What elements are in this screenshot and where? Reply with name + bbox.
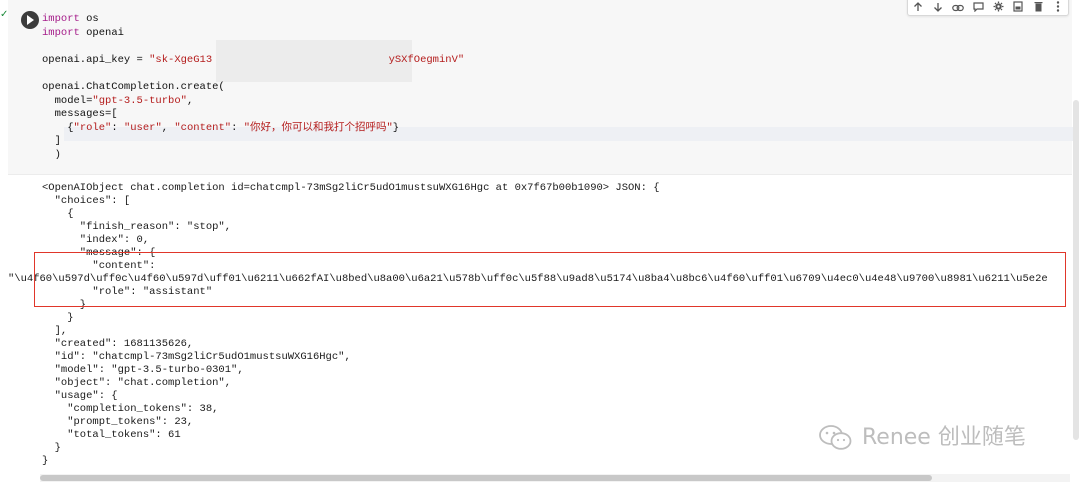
- code-cell[interactable]: import os import openai openai.api_key = "…: [8, 0, 1074, 175]
- link-icon[interactable]: [951, 0, 965, 12]
- code-token: os: [79, 13, 99, 25]
- code-line: model="gpt-3.5-turbo",: [42, 94, 194, 108]
- code-token: ): [42, 149, 61, 161]
- horizontal-scrollbar[interactable]: [40, 475, 932, 481]
- output-line: }: [42, 455, 49, 467]
- code-token: model=: [42, 94, 93, 107]
- output-line: "created": 1681135626,: [42, 338, 194, 350]
- output-line: }: [42, 312, 74, 324]
- code-token: import: [42, 13, 80, 25]
- code-token: import: [42, 26, 80, 39]
- code-token: openai: [79, 26, 124, 39]
- code-token: ySXfOegminV": [388, 53, 465, 66]
- output-line: "usage": {: [42, 390, 118, 402]
- code-line: import os: [42, 13, 99, 26]
- code-line: openai.api_key = "sk-XgeG13 ySXfOegminV": [42, 54, 464, 67]
- code-token: "你好，你可以和我打个招呼吗": [243, 121, 393, 134]
- play-icon: [27, 15, 34, 25]
- code-token: "sk-XgeG13: [149, 53, 213, 66]
- arrow-down-icon[interactable]: [931, 0, 945, 12]
- code-line: ): [42, 149, 61, 162]
- code-token: openai.ChatCompletion.create(: [42, 81, 225, 93]
- code-token: "gpt-3.5-turbo": [92, 94, 187, 107]
- output-line: "object": "chat.completion",: [42, 377, 232, 389]
- arrow-up-icon[interactable]: [911, 0, 925, 12]
- code-token: ,: [161, 121, 175, 134]
- mirror-cell-icon[interactable]: [1011, 0, 1025, 12]
- output-line: "model": "gpt-3.5-turbo-0301",: [42, 364, 244, 376]
- code-line: ]: [42, 135, 61, 148]
- output-line: "total_tokens": 61: [42, 429, 181, 441]
- highlight-annotation-box: [34, 252, 1066, 307]
- code-token: openai.api_key =: [42, 53, 150, 66]
- output-line: <OpenAIObject chat.completion id=chatcmp…: [42, 182, 660, 194]
- watermark: Renee 创业随笔: [818, 424, 1048, 452]
- execution-check-icon: ✓: [0, 9, 9, 20]
- comment-icon[interactable]: [971, 0, 985, 12]
- watermark-text: Renee 创业随笔: [862, 425, 1026, 450]
- delete-icon[interactable]: [1031, 0, 1045, 12]
- gear-icon[interactable]: [991, 0, 1005, 12]
- code-line: {"role": "user", "content": "你好，你可以和我打个招…: [42, 122, 399, 135]
- code-line: import openai: [42, 27, 124, 40]
- code-line: messages=[: [42, 108, 118, 121]
- wechat-icon: [819, 425, 852, 450]
- output-line: ],: [42, 325, 68, 337]
- code-token: {: [42, 121, 74, 134]
- code-token: }: [392, 121, 400, 134]
- code-token: ,: [186, 94, 194, 107]
- code-line: openai.ChatCompletion.create(: [42, 81, 225, 94]
- code-token: "content": [174, 121, 232, 134]
- code-token: messages=[: [42, 108, 118, 121]
- more-vert-icon[interactable]: [1051, 0, 1065, 12]
- code-token: "user": [123, 121, 162, 134]
- code-token: :: [111, 121, 124, 134]
- output-line: "completion_tokens": 38,: [42, 403, 219, 415]
- code-token: :: [231, 121, 244, 134]
- code-token: ]: [42, 135, 61, 148]
- output-line: }: [42, 442, 61, 454]
- code-token: "role": [73, 121, 112, 134]
- output-line: "index": 0,: [42, 234, 150, 246]
- vertical-scrollbar[interactable]: [1073, 100, 1079, 440]
- output-line: "choices": [: [42, 195, 131, 207]
- output-line: "prompt_tokens": 23,: [42, 416, 194, 428]
- run-cell-button[interactable]: [21, 11, 39, 29]
- output-line: "finish_reason": "stop",: [42, 221, 232, 233]
- output-line: "id": "chatcmpl-73mSg2liCr5udO1mustsuWXG…: [42, 351, 351, 363]
- left-gutter: ✓: [0, 0, 8, 486]
- output-line: {: [42, 208, 74, 220]
- cell-toolbar: [907, 0, 1069, 16]
